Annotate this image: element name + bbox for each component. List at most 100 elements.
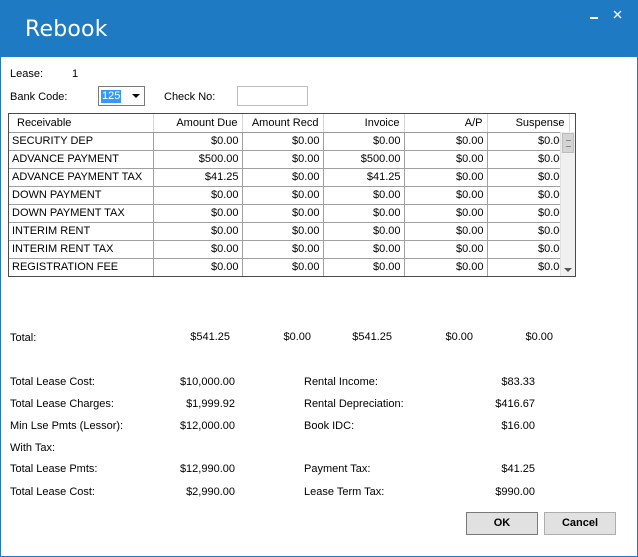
cell-invoice[interactable]: $41.25 — [323, 168, 405, 187]
cell-ap[interactable]: $0.00 — [404, 132, 488, 151]
column-header-ap[interactable]: A/P — [404, 114, 488, 133]
bank-code-label: Bank Code: — [10, 91, 68, 103]
cell-receivable[interactable]: DOWN PAYMENT TAX — [9, 204, 154, 223]
scrollbar-thumb[interactable] — [562, 133, 574, 153]
table-row[interactable]: DOWN PAYMENT TAX $0.00 $0.00 $0.00 $0.00 $0.0… — [9, 204, 570, 223]
total-suspense: $0.00 — [525, 331, 553, 343]
payment-tax-value: $41.25 — [501, 463, 535, 475]
rental-income-label: Rental Income: — [304, 376, 378, 388]
cell-ap[interactable]: $0.00 — [404, 222, 488, 241]
cell-suspense[interactable]: $0.00 — [487, 240, 570, 259]
grid-header-row: Receivable Amount Due Amount Recd Invoic… — [9, 114, 570, 133]
cell-amount-recd[interactable]: $0.00 — [242, 132, 324, 151]
cell-amount-due[interactable]: $0.00 — [153, 258, 243, 276]
cell-amount-due[interactable]: $0.00 — [153, 186, 243, 205]
cell-suspense[interactable]: $0.00 — [487, 168, 570, 187]
with-tax-label: With Tax: — [10, 442, 56, 454]
cell-invoice[interactable]: $0.00 — [323, 258, 405, 276]
cell-ap[interactable]: $0.00 — [404, 240, 488, 259]
cell-suspense[interactable]: $0.00 — [487, 150, 570, 169]
min-lse-pmts-value: $12,000.00 — [179, 420, 235, 432]
table-row[interactable]: INTERIM RENT $0.00 $0.00 $0.00 $0.00 $0.00 — [9, 222, 570, 241]
table-row[interactable]: SECURITY DEP $0.00 $0.00 $0.00 $0.00 $0.00 — [9, 132, 570, 151]
cell-ap[interactable]: $0.00 — [404, 186, 488, 205]
total-lease-cost-with-tax-value: $2,990.00 — [186, 486, 235, 498]
cell-amount-recd[interactable]: $0.00 — [242, 240, 324, 259]
lease-term-tax-value: $990.00 — [495, 486, 535, 498]
column-header-invoice[interactable]: Invoice — [323, 114, 405, 133]
cell-amount-due[interactable]: $0.00 — [153, 204, 243, 223]
cell-amount-due[interactable]: $500.00 — [153, 150, 243, 169]
cell-suspense[interactable]: $0.00 — [487, 186, 570, 205]
lease-label: Lease: — [10, 68, 44, 80]
check-no-label: Check No: — [164, 91, 216, 103]
cell-ap[interactable]: $0.00 — [404, 150, 488, 169]
cell-ap[interactable]: $0.00 — [404, 258, 488, 276]
rental-depreciation-label: Rental Depreciation: — [304, 398, 404, 410]
cell-suspense[interactable]: $0.00 — [487, 204, 570, 223]
cell-ap[interactable]: $0.00 — [404, 204, 488, 223]
cell-receivable[interactable]: SECURITY DEP — [9, 132, 154, 151]
payment-tax-label: Payment Tax: — [304, 463, 371, 475]
cell-suspense[interactable]: $0.00 — [487, 258, 570, 276]
total-amount-due: $541.25 — [190, 331, 230, 343]
cell-receivable[interactable]: INTERIM RENT — [9, 222, 154, 241]
table-row[interactable]: ADVANCE PAYMENT TAX $41.25 $0.00 $41.25 $0.0… — [9, 168, 570, 187]
total-lease-cost-label: Total Lease Cost: — [10, 376, 95, 388]
total-lease-pmts-value: $12,990.00 — [179, 463, 235, 475]
cell-amount-recd[interactable]: $0.00 — [242, 186, 324, 205]
receivables-grid: Receivable Amount Due Amount Recd Invoic… — [8, 113, 576, 277]
cell-invoice[interactable]: $0.00 — [323, 204, 405, 223]
grid-scrollbar[interactable] — [560, 132, 575, 276]
total-lease-charges-label: Total Lease Charges: — [10, 398, 114, 410]
cell-amount-recd[interactable]: $0.00 — [242, 258, 324, 276]
column-header-amount-recd[interactable]: Amount Recd — [242, 114, 324, 133]
table-row[interactable]: ADVANCE PAYMENT $500.00 $0.00 $500.00 $0.00 $… — [9, 150, 570, 169]
cell-suspense[interactable]: $0.00 — [487, 222, 570, 241]
cell-amount-due[interactable]: $0.00 — [153, 222, 243, 241]
title-bar: Rebook — [0, 0, 638, 57]
book-idc-label: Book IDC: — [304, 420, 355, 432]
bank-code-select[interactable]: 125 — [98, 86, 145, 106]
table-row[interactable]: DOWN PAYMENT $0.00 $0.00 $0.00 $0.00 $0.00 — [9, 186, 570, 205]
cell-receivable[interactable]: INTERIM RENT TAX — [9, 240, 154, 259]
cell-amount-recd[interactable]: $0.00 — [242, 168, 324, 187]
min-lse-pmts-label: Min Lse Pmts (Lessor): — [10, 420, 124, 432]
cell-receivable[interactable]: ADVANCE PAYMENT — [9, 150, 154, 169]
cell-receivable[interactable]: DOWN PAYMENT — [9, 186, 154, 205]
minimize-icon[interactable] — [587, 6, 605, 24]
total-ap: $0.00 — [445, 331, 473, 343]
cell-invoice[interactable]: $500.00 — [323, 150, 405, 169]
ok-button[interactable]: OK — [466, 512, 538, 535]
cell-ap[interactable]: $0.00 — [404, 168, 488, 187]
column-header-amount-due[interactable]: Amount Due — [153, 114, 243, 133]
column-header-suspense[interactable]: Suspense — [487, 114, 570, 133]
cell-invoice[interactable]: $0.00 — [323, 132, 405, 151]
scroll-down-icon[interactable] — [564, 268, 572, 272]
cell-suspense[interactable]: $0.00 — [487, 132, 570, 151]
cell-amount-due[interactable]: $41.25 — [153, 168, 243, 187]
cell-amount-due[interactable]: $0.00 — [153, 240, 243, 259]
close-icon[interactable] — [610, 6, 628, 24]
book-idc-value: $16.00 — [501, 420, 535, 432]
cancel-button[interactable]: Cancel — [544, 512, 616, 535]
receivables-table: Receivable Amount Due Amount Recd Invoic… — [9, 114, 570, 276]
cell-amount-recd[interactable]: $0.00 — [242, 150, 324, 169]
lease-term-tax-label: Lease Term Tax: — [304, 486, 385, 498]
cell-amount-recd[interactable]: $0.00 — [242, 222, 324, 241]
total-invoice: $541.25 — [352, 331, 392, 343]
chevron-down-icon[interactable] — [132, 94, 140, 98]
cell-invoice[interactable]: $0.00 — [323, 222, 405, 241]
cell-amount-due[interactable]: $0.00 — [153, 132, 243, 151]
lease-value: 1 — [72, 68, 79, 80]
cell-receivable[interactable]: REGISTRATION FEE — [9, 258, 154, 276]
table-row[interactable]: REGISTRATION FEE $0.00 $0.00 $0.00 $0.00 $0.0… — [9, 258, 570, 276]
cell-receivable[interactable]: ADVANCE PAYMENT TAX — [9, 168, 154, 187]
column-header-receivable[interactable]: Receivable — [9, 114, 154, 133]
check-no-input[interactable] — [237, 86, 308, 106]
cell-invoice[interactable]: $0.00 — [323, 240, 405, 259]
cell-invoice[interactable]: $0.00 — [323, 186, 405, 205]
cell-amount-recd[interactable]: $0.00 — [242, 204, 324, 223]
table-row[interactable]: INTERIM RENT TAX $0.00 $0.00 $0.00 $0.00 $0.0… — [9, 240, 570, 259]
rental-income-value: $83.33 — [501, 376, 535, 388]
